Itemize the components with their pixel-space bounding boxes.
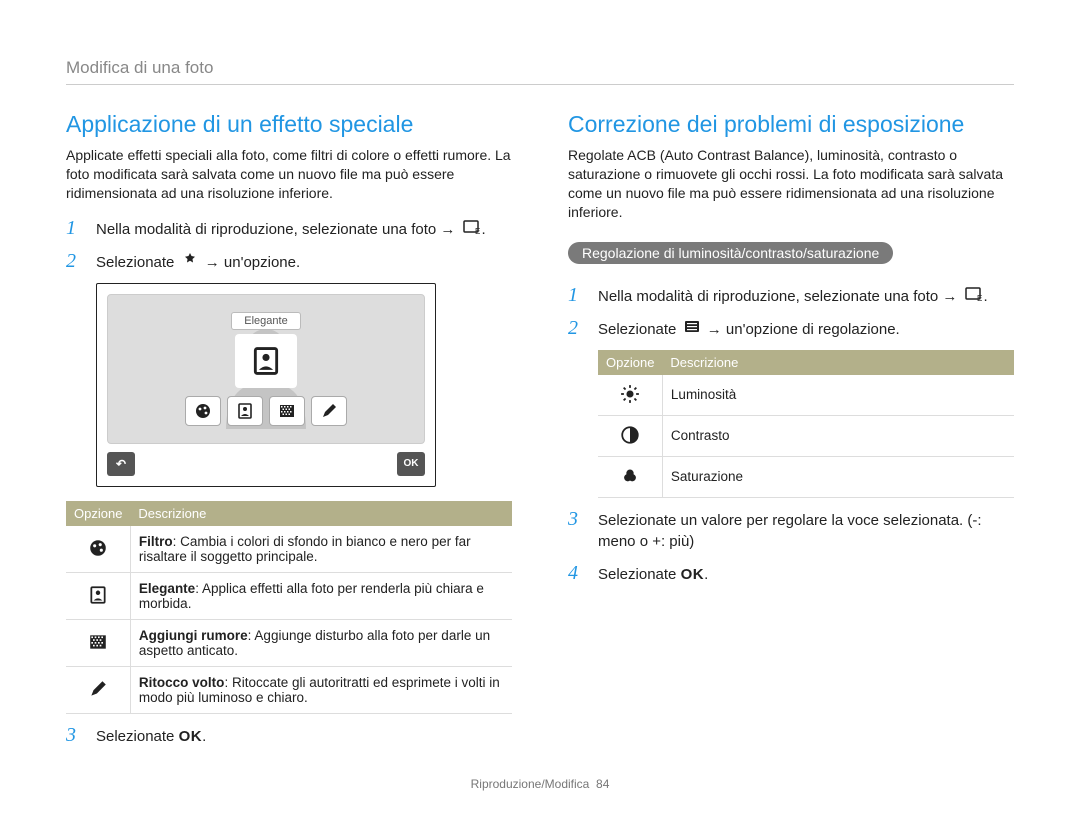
sun-icon xyxy=(619,383,641,405)
section-pill: Regolazione di luminosità/contrasto/satu… xyxy=(568,242,893,264)
portrait-icon xyxy=(87,584,109,606)
step-number: 2 xyxy=(66,250,82,273)
row-label: Luminosità xyxy=(662,375,1014,416)
col-description: Descrizione xyxy=(662,350,1014,375)
row-label: Saturazione xyxy=(662,456,1014,497)
row-title: Elegante xyxy=(139,581,195,596)
right-intro: Regolate ACB (Auto Contrast Balance), lu… xyxy=(568,146,1014,222)
ok-label: OK xyxy=(179,728,203,745)
portrait-icon xyxy=(250,345,282,377)
col-description: Descrizione xyxy=(130,501,512,526)
adjust-table: Opzione Descrizione Luminosità Contrasto… xyxy=(598,350,1014,498)
palette-icon xyxy=(87,537,109,559)
row-title: Ritocco volto xyxy=(139,675,225,690)
left-step2: Selezionate → un'opzione. xyxy=(96,252,512,273)
table-row: Luminosità xyxy=(598,375,1014,416)
left-column: Applicazione di un effetto speciale Appl… xyxy=(66,111,512,757)
left-step3-text: Selezionate xyxy=(96,728,179,745)
edit-photo-icon xyxy=(964,286,982,302)
effect-preview xyxy=(235,334,297,388)
page-footer: Riproduzione/Modifica 84 xyxy=(0,777,1080,791)
brush-icon xyxy=(87,678,109,700)
row-title: Aggiungi rumore xyxy=(139,628,248,643)
table-row: Ritocco volto: Ritoccate gli autoritratt… xyxy=(66,666,512,713)
page-header: Modifica di una foto xyxy=(66,58,1014,85)
effect-portrait-button[interactable] xyxy=(227,396,263,426)
col-option: Opzione xyxy=(598,350,662,375)
right-column: Correzione dei problemi di esposizione R… xyxy=(568,111,1014,757)
left-step1: Nella modalità di riproduzione, selezion… xyxy=(96,219,512,240)
footer-section: Riproduzione/Modifica xyxy=(471,777,590,791)
table-row: Filtro: Cambia i colori di sfondo in bia… xyxy=(66,526,512,573)
right-step2-text-b: → un'opzione di regolazione. xyxy=(703,321,900,338)
right-step4: Selezionate OK. xyxy=(598,564,1014,585)
left-step3: Selezionate OK. xyxy=(96,726,512,747)
left-step2-text-b: → un'opzione. xyxy=(201,254,301,271)
effect-noise-button[interactable] xyxy=(269,396,305,426)
left-step2-text-a: Selezionate xyxy=(96,254,179,271)
portrait-icon xyxy=(236,402,254,420)
magic-star-icon xyxy=(181,252,199,268)
right-step1: Nella modalità di riproduzione, selezion… xyxy=(598,286,1014,307)
effect-label: Elegante xyxy=(231,312,300,330)
step-number: 3 xyxy=(66,724,82,747)
right-step3: Selezionate un valore per regolare la vo… xyxy=(598,510,1014,552)
right-step4-text: Selezionate xyxy=(598,566,681,583)
edit-photo-icon xyxy=(462,219,480,235)
step-number: 1 xyxy=(66,217,82,240)
table-row: Elegante: Applica effetti alla foto per … xyxy=(66,572,512,619)
saturation-icon xyxy=(619,465,641,487)
left-step1-text: Nella modalità di riproduzione, selezion… xyxy=(96,221,460,238)
sliders-icon xyxy=(683,319,701,335)
table-row: Contrasto xyxy=(598,415,1014,456)
noise-icon xyxy=(87,631,109,653)
right-step2-text-a: Selezionate xyxy=(598,321,681,338)
back-button[interactable]: ↶ xyxy=(107,452,135,476)
ok-label: OK xyxy=(681,566,705,583)
right-step1-text: Nella modalità di riproduzione, selezion… xyxy=(598,288,962,305)
left-intro: Applicate effetti speciali alla foto, co… xyxy=(66,146,512,203)
effect-palette-button[interactable] xyxy=(185,396,221,426)
palette-icon xyxy=(194,402,212,420)
step-number: 3 xyxy=(568,508,584,531)
step-number: 2 xyxy=(568,317,584,340)
col-option: Opzione xyxy=(66,501,130,526)
step-number: 4 xyxy=(568,562,584,585)
row-label: Contrasto xyxy=(662,415,1014,456)
footer-page: 84 xyxy=(596,777,609,791)
effects-table: Opzione Descrizione Filtro: Cambia i col… xyxy=(66,501,512,714)
table-row: Aggiungi rumore: Aggiunge disturbo alla … xyxy=(66,619,512,666)
noise-icon xyxy=(278,402,296,420)
table-row: Saturazione xyxy=(598,456,1014,497)
row-desc: : Cambia i colori di sfondo in bianco e … xyxy=(139,534,471,564)
camera-ui-mock: Elegante ↶ OK xyxy=(96,283,436,487)
effect-brush-button[interactable] xyxy=(311,396,347,426)
brush-icon xyxy=(320,402,338,420)
right-title: Correzione dei problemi di esposizione xyxy=(568,111,1014,138)
right-step2: Selezionate → un'opzione di regolazione. xyxy=(598,319,1014,340)
left-title: Applicazione di un effetto speciale xyxy=(66,111,512,138)
contrast-icon xyxy=(619,424,641,446)
step-number: 1 xyxy=(568,284,584,307)
ok-button[interactable]: OK xyxy=(397,452,425,476)
row-title: Filtro xyxy=(139,534,173,549)
